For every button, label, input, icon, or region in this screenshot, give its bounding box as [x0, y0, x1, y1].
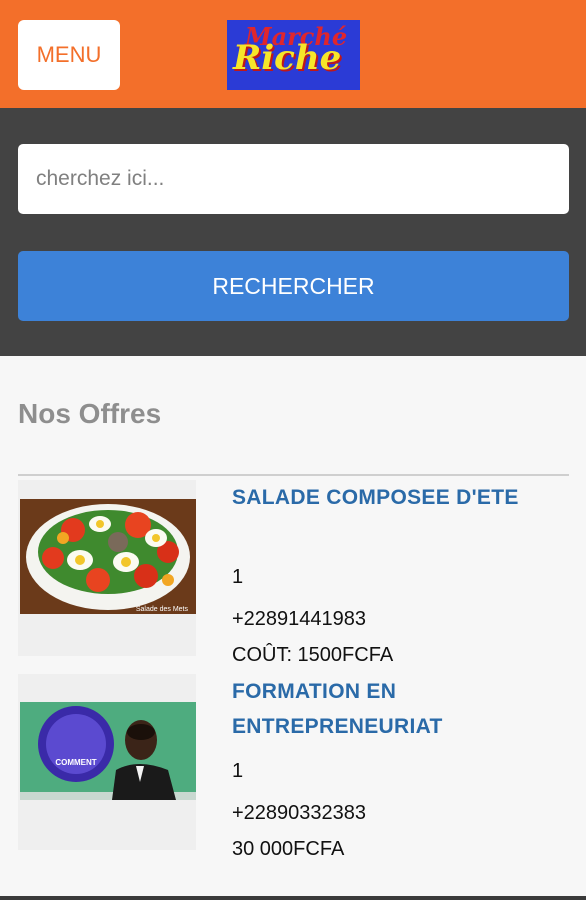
image-caption: COMMENT [55, 758, 96, 767]
search-button[interactable]: RECHERCHER [18, 251, 569, 321]
menu-button[interactable]: MENU [18, 20, 120, 90]
salad-image: Salade des Mets [18, 480, 196, 656]
offer-price: COÛT: 1500FCFA [232, 644, 394, 666]
offer-quantity: 1 [232, 760, 244, 782]
divider [18, 474, 569, 476]
site-logo[interactable]: Marché Riche [227, 20, 360, 90]
search-section: RECHERCHER [0, 108, 586, 356]
offer-quantity: 1 [232, 566, 244, 588]
offer-image[interactable]: Salade des Mets [18, 480, 196, 656]
offer-phone: +22890332383 [232, 802, 367, 824]
training-image: COMMENT [18, 674, 196, 850]
offer-title[interactable]: FORMATION EN ENTREPRENEURIAT [232, 674, 532, 744]
bottom-edge [0, 896, 586, 900]
logo-text-main: Riche [233, 38, 342, 78]
top-header: MENU Marché Riche [0, 0, 586, 108]
search-input[interactable] [18, 144, 569, 214]
offer-price: 30 000FCFA [232, 838, 345, 860]
offer-title[interactable]: SALADE COMPOSEE D'ETE [232, 480, 532, 515]
section-heading: Nos Offres [18, 398, 162, 429]
offer-phone: +22891441983 [232, 608, 367, 630]
image-caption: Salade des Mets [136, 606, 189, 613]
offer-image[interactable]: COMMENT [18, 674, 196, 850]
